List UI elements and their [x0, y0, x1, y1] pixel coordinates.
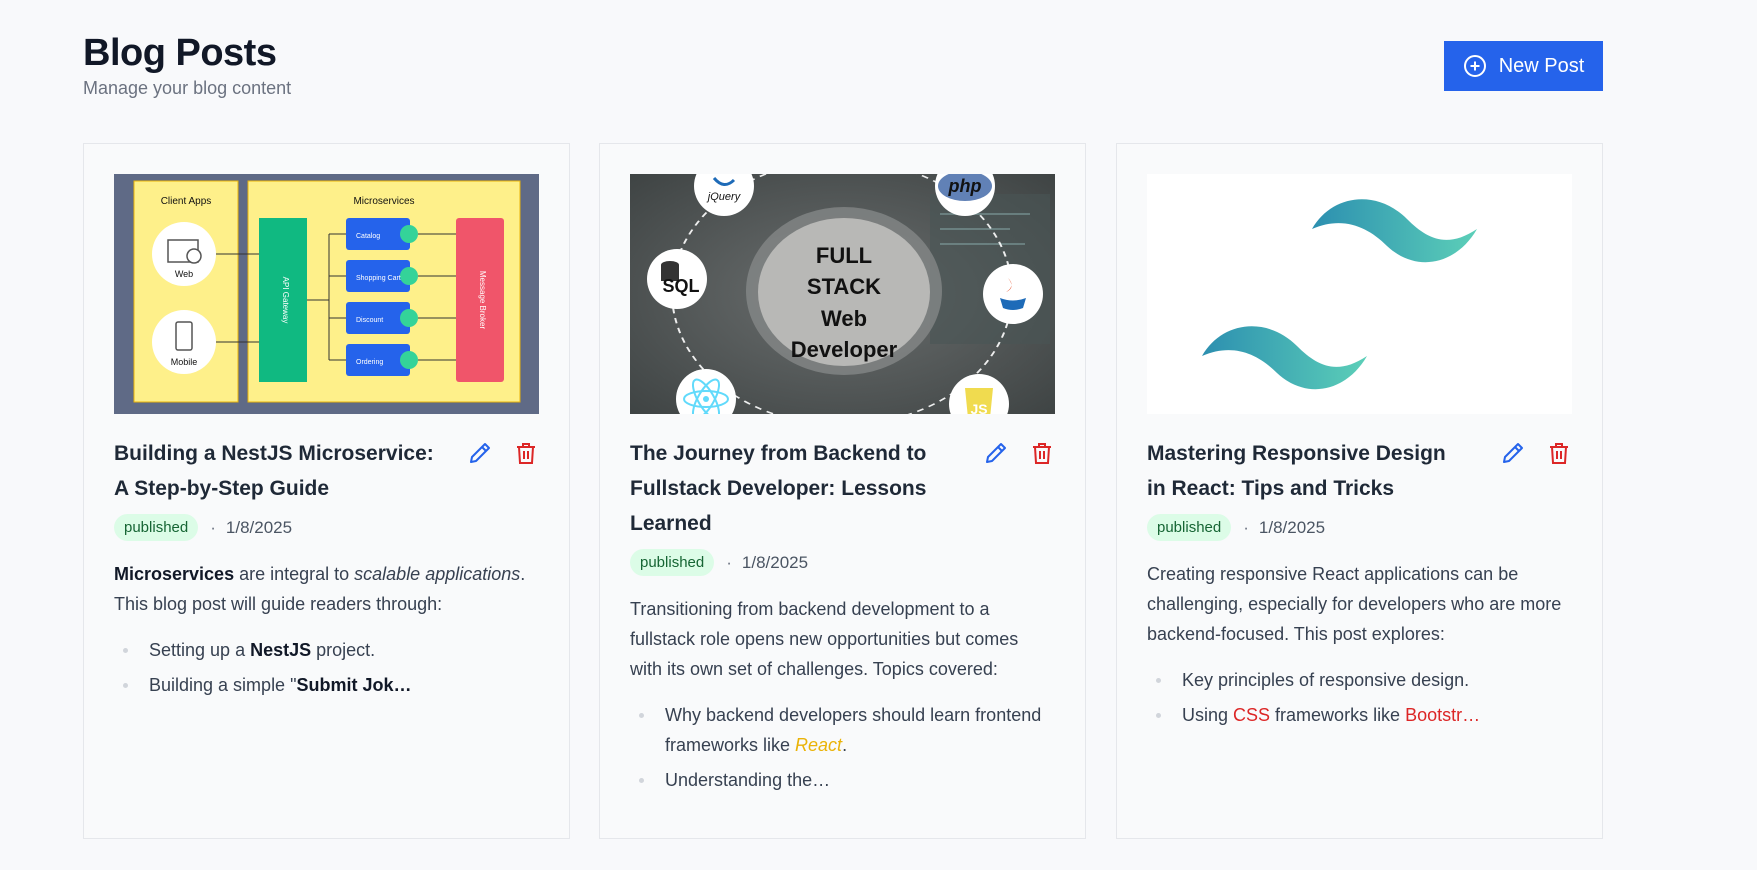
post-excerpt: Creating responsive React applications c… — [1147, 564, 1562, 644]
cover-line: Developer — [791, 337, 898, 362]
bullet-highlight: Bootstr… — [1405, 705, 1481, 725]
cover-client-apps: Client Apps — [161, 196, 212, 207]
post-card: FULL STACK Web Developer jQuery php SQL … — [599, 143, 1086, 839]
cover-mobile: Mobile — [171, 357, 198, 367]
bullet-text: . — [842, 735, 848, 755]
post-excerpt: Microservices are integral to scalable a… — [114, 559, 539, 619]
cover-line: FULL — [816, 243, 872, 268]
plus-circle-icon — [1463, 55, 1486, 77]
bullet-item: Understanding the… — [630, 765, 1055, 795]
post-date: 1/8/2025 — [1258, 517, 1326, 537]
meta-separator: · — [1243, 517, 1249, 537]
excerpt-text: are integral to — [234, 564, 355, 584]
bullet-item: Key principles of responsive design. — [1147, 665, 1572, 695]
post-bullets: Why backend developers should learn fron… — [630, 700, 1055, 795]
cover-php: php — [948, 176, 982, 196]
post-title[interactable]: Building a NestJS Microservice: A Step-b… — [114, 436, 434, 506]
cover-web: Web — [175, 269, 193, 279]
bullet-item: Setting up a NestJS project. — [114, 635, 539, 665]
cover-sql: SQL — [662, 276, 699, 296]
bullet-strong: Submit Jok… — [296, 675, 412, 695]
new-post-button[interactable]: New Post — [1444, 41, 1603, 91]
bullet-item: Building a simple "Submit Jok… — [114, 670, 539, 700]
page-header: Blog Posts Manage your blog content — [83, 30, 291, 99]
cover-api-gateway: API Gateway — [281, 277, 290, 324]
bullet-item: Using CSS frameworks like Bootstr… — [1147, 700, 1572, 730]
page-subtitle: Manage your blog content — [83, 78, 292, 98]
cover-microservices: Microservices — [353, 196, 414, 207]
bullet-text: Setting up a — [149, 640, 251, 660]
post-bullets: Setting up a NestJS project. Building a … — [114, 635, 539, 700]
cover-service: Catalog — [356, 233, 380, 240]
post-cover-image[interactable]: Client Apps Web Mobile Microservices API… — [114, 174, 539, 414]
cover-service: Discount — [356, 317, 383, 324]
meta-separator: · — [210, 517, 216, 537]
cover-service: Ordering — [356, 359, 383, 366]
status-badge: published — [630, 549, 715, 576]
cover-line: Web — [821, 306, 867, 331]
cover-message-broker: Message Broker — [478, 271, 487, 330]
bullet-text: Using — [1182, 705, 1234, 725]
bullet-text: Key principles of responsive design. — [1182, 670, 1470, 690]
bullet-text: Understanding the… — [665, 770, 831, 790]
bullet-item: Why backend developers should learn fron… — [630, 700, 1055, 760]
excerpt-em: scalable applications — [354, 564, 521, 584]
cover-jquery: jQuery — [706, 191, 742, 203]
meta-separator: · — [726, 552, 732, 572]
bullet-em: React — [795, 735, 843, 755]
edit-pencil-icon[interactable] — [983, 438, 1009, 468]
post-title[interactable]: The Journey from Backend to Fullstack De… — [630, 436, 950, 541]
edit-pencil-icon[interactable] — [1500, 438, 1526, 468]
trash-icon[interactable] — [1546, 438, 1572, 468]
bullet-text: Why backend developers should learn fron… — [665, 705, 1042, 755]
bullet-strong: NestJS — [250, 640, 312, 660]
trash-icon[interactable] — [1029, 438, 1055, 468]
trash-icon[interactable] — [513, 438, 539, 468]
bullet-highlight: CSS — [1233, 705, 1271, 725]
post-cover-image[interactable]: FULL STACK Web Developer jQuery php SQL … — [630, 174, 1055, 414]
new-post-label: New Post — [1498, 54, 1585, 77]
excerpt-strong: Microservices — [114, 564, 235, 584]
post-bullets: Key principles of responsive design. Usi… — [1147, 665, 1572, 730]
cover-service: Shopping Cart — [356, 275, 401, 282]
bullet-text: Building a simple " — [149, 675, 297, 695]
cover-line: STACK — [807, 274, 881, 299]
bullet-text: project. — [311, 640, 376, 660]
status-badge: published — [1147, 514, 1232, 541]
status-badge: published — [114, 514, 199, 541]
post-date: 1/8/2025 — [741, 552, 809, 572]
cover-js: JS — [970, 401, 987, 414]
bullet-text: frameworks like — [1270, 705, 1406, 725]
edit-pencil-icon[interactable] — [467, 438, 493, 468]
page-title: Blog Posts — [83, 32, 277, 74]
post-excerpt: Transitioning from backend development t… — [630, 599, 1019, 679]
post-date: 1/8/2025 — [225, 517, 293, 537]
tailwind-logo-image[interactable] — [1147, 174, 1572, 414]
post-card: Client Apps Web Mobile Microservices API… — [83, 143, 570, 839]
post-title[interactable]: Mastering Responsive Design in React: Ti… — [1147, 436, 1467, 506]
post-card: Mastering Responsive Design in React: Ti… — [1116, 143, 1603, 839]
